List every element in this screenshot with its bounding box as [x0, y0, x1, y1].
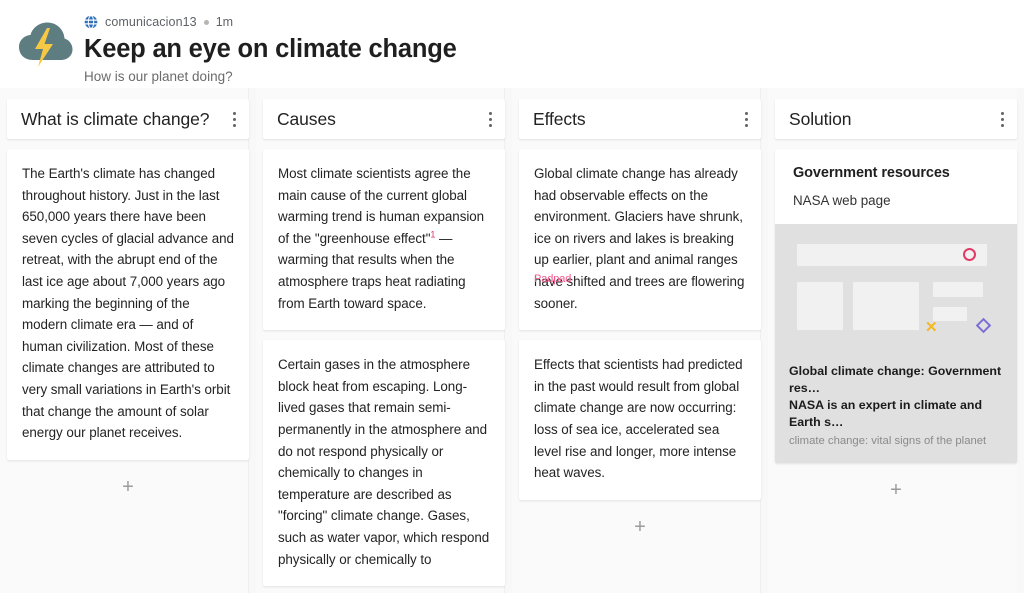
card-link-preview[interactable]: Government resources NASA web page ✕ Glo…	[775, 149, 1017, 463]
link-preview-title: Global climate change: Government res…	[789, 364, 1002, 395]
board-author[interactable]: comunicacion13	[105, 15, 197, 29]
card[interactable]: Global climate change has already had ob…	[519, 149, 761, 331]
kebab-menu-icon[interactable]	[481, 108, 499, 130]
board-header: comunicacion13 1m Keep an eye on climate…	[0, 0, 1024, 88]
kebab-menu-icon[interactable]	[993, 108, 1011, 130]
add-card-button[interactable]: +	[775, 473, 1017, 507]
placeholder-bar	[797, 244, 987, 266]
column-solution: Solution Government resources NASA web p…	[768, 88, 1024, 593]
cloud-lightning-icon	[16, 16, 74, 74]
kebab-menu-icon[interactable]	[225, 108, 243, 130]
board-meta-row: comunicacion13 1m	[84, 14, 457, 30]
card[interactable]: Effects that scientists had predicted in…	[519, 340, 761, 500]
placeholder-block	[933, 282, 983, 297]
column-header[interactable]: What is climate change?	[7, 99, 249, 139]
globe-avatar-icon[interactable]	[84, 15, 98, 29]
column-header[interactable]: Solution	[775, 99, 1017, 139]
placeholder-block	[933, 307, 967, 321]
column-title: What is climate change?	[21, 108, 210, 129]
column-title: Causes	[277, 108, 336, 129]
link-preview-description: NASA is an expert in climate and Earth s…	[789, 398, 983, 429]
link-card-title: Government resources	[793, 165, 950, 181]
card-text-before: Most climate scientists agree the main c…	[278, 166, 485, 246]
column-effects: Effects Global climate change has alread…	[512, 88, 768, 593]
page-subtitle[interactable]: How is our planet doing?	[84, 68, 457, 86]
column-body: Most climate scientists agree the main c…	[263, 149, 505, 587]
add-card-button[interactable]: +	[519, 510, 761, 544]
column-body: The Earth's climate has changed througho…	[7, 149, 249, 504]
add-card-button[interactable]: +	[7, 470, 249, 504]
column-body: Global climate change has already had ob…	[519, 149, 761, 544]
padlet-board-app: comunicacion13 1m Keep an eye on climate…	[0, 0, 1024, 593]
column-title: Effects	[533, 108, 586, 129]
header-text-block: comunicacion13 1m Keep an eye on climate…	[84, 10, 457, 86]
diamond-shape-icon	[975, 317, 992, 334]
card[interactable]: The Earth's climate has changed througho…	[7, 149, 249, 460]
card-text: Certain gases in the atmosphere block he…	[278, 357, 490, 567]
column-header[interactable]: Causes	[263, 99, 505, 139]
board-columns: What is climate change? The Earth's clim…	[0, 88, 1024, 593]
link-card-subtitle: NASA web page	[793, 193, 891, 208]
kebab-menu-icon[interactable]	[737, 108, 755, 130]
card-text: Most climate scientists agree the main c…	[278, 163, 490, 314]
placeholder-block	[853, 282, 919, 330]
meta-separator-dot	[203, 19, 209, 25]
link-preview-thumbnail: ✕	[775, 224, 1017, 352]
page-title[interactable]: Keep an eye on climate change	[84, 33, 457, 65]
card-text: Effects that scientists had predicted in…	[534, 357, 743, 481]
column-header[interactable]: Effects	[519, 99, 761, 139]
card-text: Global climate change has already had ob…	[534, 166, 745, 311]
link-preview-site: climate change: vital signs of the plane…	[789, 435, 987, 447]
placeholder-block	[797, 282, 843, 330]
card[interactable]: Most climate scientists agree the main c…	[263, 149, 505, 331]
card-text: The Earth's climate has changed througho…	[22, 166, 234, 441]
link-card-header: Government resources NASA web page	[775, 149, 1017, 224]
x-shape-icon: ✕	[925, 319, 938, 336]
card[interactable]: Certain gases in the atmosphere block he…	[263, 340, 505, 587]
column-what-is-climate-change: What is climate change? The Earth's clim…	[0, 88, 256, 593]
circle-shape-icon	[963, 248, 976, 261]
column-body: Government resources NASA web page ✕ Glo…	[775, 149, 1017, 507]
column-causes: Causes Most climate scientists agree the…	[256, 88, 512, 593]
board-timestamp: 1m	[215, 15, 234, 29]
link-preview-footer: Global climate change: Government res… N…	[775, 352, 1017, 463]
column-title: Solution	[789, 108, 852, 129]
